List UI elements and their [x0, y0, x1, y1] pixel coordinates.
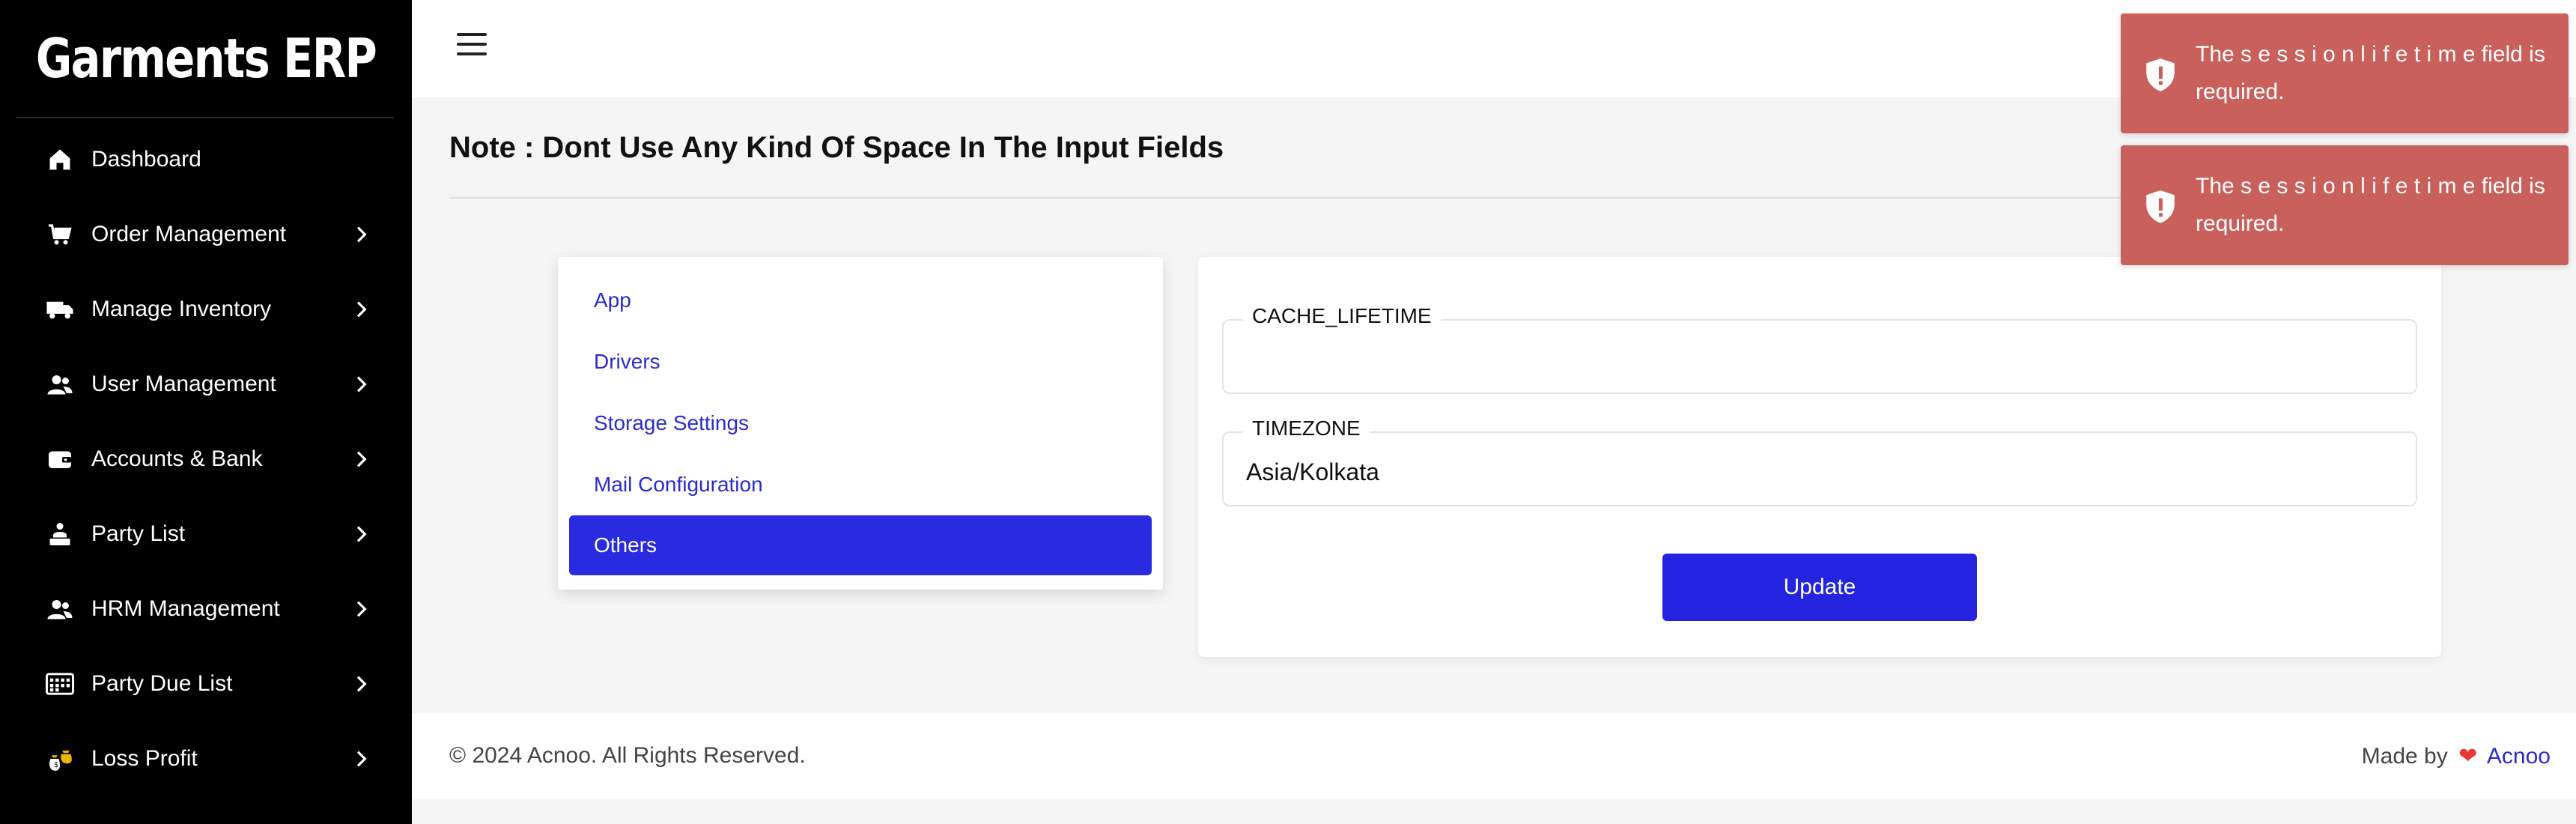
tab-mail-configuration[interactable]: Mail Configuration: [569, 455, 1152, 515]
sidebar-item-accounts-bank[interactable]: Accounts & Bank: [0, 422, 412, 497]
hamburger-menu-icon[interactable]: [457, 33, 487, 58]
sidebar-item-label: User Management: [91, 372, 276, 396]
chevron-right-icon: [356, 676, 367, 692]
sidebar: Garments ERP Dashboard Order Management …: [0, 0, 412, 824]
chevron-right-icon: [356, 376, 367, 393]
settings-tabs-card: App Drivers Storage Settings Mail Config…: [558, 257, 1163, 590]
sidebar-item-label: Party List: [91, 521, 186, 546]
timezone-input[interactable]: [1246, 455, 2392, 488]
cart-icon: [45, 219, 75, 249]
tab-drivers[interactable]: Drivers: [569, 332, 1152, 392]
wallet-icon: [45, 444, 75, 474]
error-toast[interactable]: The s e s s i o n l i f e t i m e field …: [2121, 145, 2569, 265]
made-by-prefix: Made by: [2361, 744, 2448, 769]
sidebar-item-label: Accounts & Bank: [91, 446, 263, 471]
cache-lifetime-label: CACHE_LIFETIME: [1243, 304, 1441, 328]
brand[interactable]: Garments ERP: [0, 0, 412, 117]
users-icon: [45, 369, 75, 399]
chevron-right-icon: [356, 751, 367, 767]
update-button[interactable]: Update: [1662, 554, 1977, 621]
copyright-text: © 2024 Acnoo. All Rights Reserved.: [449, 743, 806, 768]
made-by: Made by ❤ Acnoo: [2362, 743, 2551, 769]
sidebar-item-party-list[interactable]: Party List: [0, 497, 412, 572]
sidebar-item-label: Dashboard: [91, 147, 201, 172]
money-bag-icon: $: [45, 744, 75, 774]
cache-lifetime-field: CACHE_LIFETIME: [1222, 304, 2417, 394]
brand-logo-text: Garments ERP: [35, 27, 377, 90]
sidebar-item-dashboard[interactable]: Dashboard: [0, 122, 412, 197]
toast-message: The s e s s i o n l i f e t i m e field …: [2196, 174, 2545, 236]
home-icon: [45, 145, 75, 175]
brand-divider: [16, 117, 394, 118]
truck-icon: [45, 294, 75, 324]
heart-icon: ❤: [2458, 744, 2478, 769]
sidebar-nav: Dashboard Order Management Manage Invent…: [0, 122, 412, 796]
sidebar-item-hrm-management[interactable]: HRM Management: [0, 572, 412, 646]
acnoo-link[interactable]: Acnoo: [2487, 744, 2551, 769]
sidebar-item-manage-inventory[interactable]: Manage Inventory: [0, 272, 412, 347]
sidebar-item-label: HRM Management: [91, 596, 280, 621]
chevron-right-icon: [356, 526, 367, 542]
svg-text:$: $: [54, 761, 58, 769]
shield-alert-icon: [2146, 190, 2175, 223]
tab-others[interactable]: Others: [569, 515, 1152, 575]
sidebar-item-order-management[interactable]: Order Management: [0, 197, 412, 272]
tab-storage-settings[interactable]: Storage Settings: [569, 393, 1152, 453]
sidebar-item-party-due-list[interactable]: Party Due List: [0, 646, 412, 721]
error-toast[interactable]: The s e s s i o n l i f e t i m e field …: [2121, 13, 2569, 133]
sidebar-item-label: Party Due List: [91, 671, 233, 696]
party-icon: [45, 519, 75, 549]
sidebar-item-loss-profit[interactable]: $ Loss Profit: [0, 721, 412, 796]
tab-app[interactable]: App: [569, 270, 1152, 330]
sidebar-item-label: Loss Profit: [91, 746, 198, 771]
sidebar-item-user-management[interactable]: User Management: [0, 347, 412, 422]
sidebar-item-label: Manage Inventory: [91, 297, 272, 321]
toast-message: The s e s s i o n l i f e t i m e field …: [2196, 42, 2545, 104]
settings-form-card: CACHE_LIFETIME TIMEZONE Update: [1198, 257, 2441, 657]
chevron-right-icon: [356, 301, 367, 318]
timezone-label: TIMEZONE: [1243, 416, 1370, 440]
chevron-right-icon: [356, 226, 367, 243]
timezone-field: TIMEZONE: [1222, 416, 2417, 506]
calendar-icon: [45, 669, 75, 699]
sidebar-item-label: Order Management: [91, 222, 287, 246]
chevron-right-icon: [356, 451, 367, 467]
page-note: Note : Dont Use Any Kind Of Space In The…: [449, 131, 1224, 164]
chevron-right-icon: [356, 601, 367, 617]
users-icon: [45, 594, 75, 624]
shield-alert-icon: [2146, 58, 2175, 91]
cache-lifetime-input[interactable]: [1246, 343, 2392, 376]
footer: © 2024 Acnoo. All Rights Reserved. Made …: [412, 713, 2576, 799]
